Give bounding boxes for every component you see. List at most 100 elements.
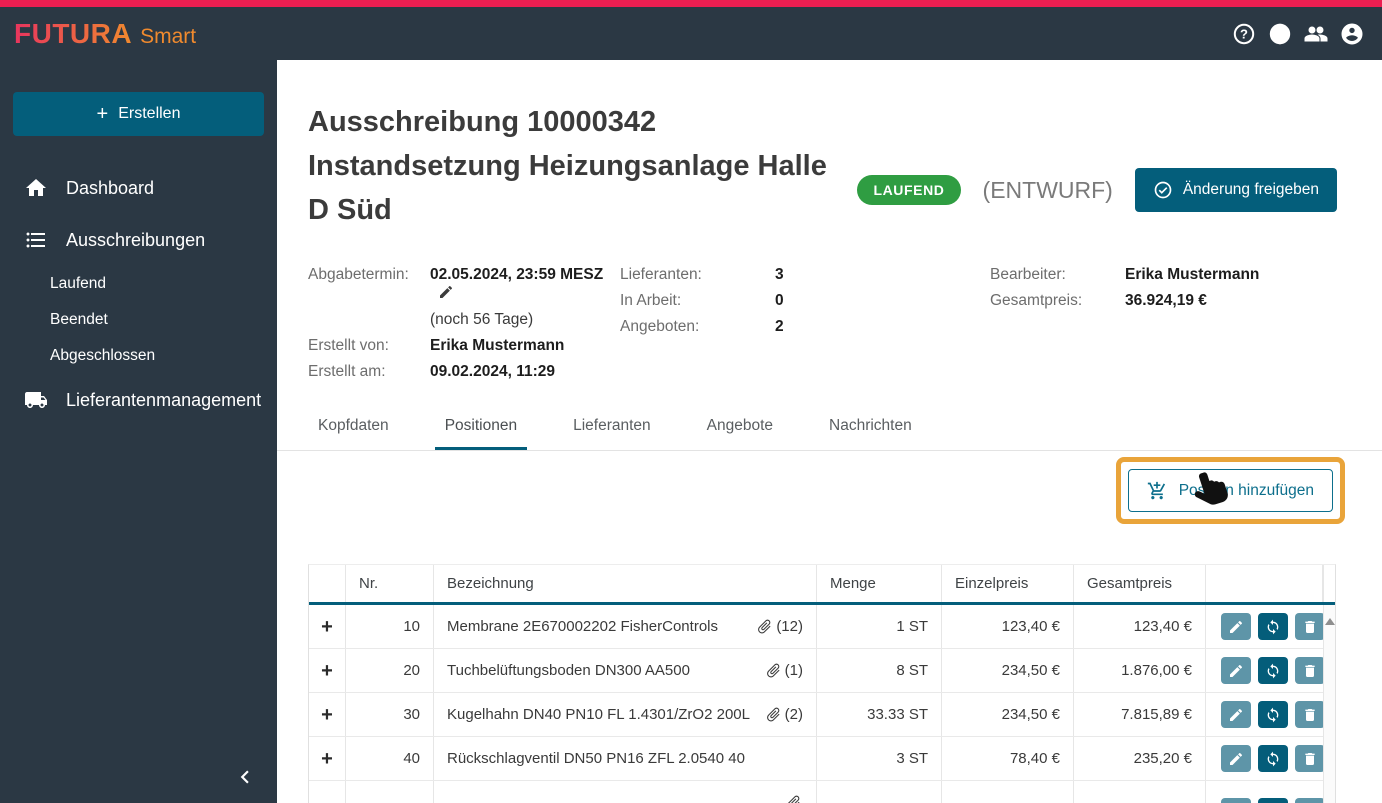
positions-table: Nr. Bezeichnung Menge Einzelpreis Gesamt…	[308, 564, 1336, 803]
add-position-button[interactable]: Position hinzufügen	[1127, 469, 1333, 512]
header-gesamtpreis: Gesamtpreis	[1074, 565, 1206, 602]
create-button[interactable]: + Erstellen	[13, 92, 264, 136]
globe-icon[interactable]	[1268, 22, 1292, 46]
release-change-button[interactable]: Änderung freigeben	[1134, 168, 1337, 212]
lieferanten-value: 3	[775, 266, 784, 283]
release-change-label: Änderung freigeben	[1182, 181, 1319, 198]
sync-icon	[1267, 619, 1279, 634]
row-menge: 3 ST	[817, 737, 942, 780]
row-menge: 33.33 ST	[817, 693, 942, 736]
brand-name: FUTURA	[14, 17, 133, 49]
row-actions	[1206, 737, 1325, 780]
cart-plus-icon	[1147, 481, 1165, 499]
delete-position-button[interactable]	[1295, 657, 1325, 684]
meta-section: Abgabetermin: 02.05.2024, 23:59 MESZ (no…	[277, 232, 1382, 381]
row-menge: 1 ST	[817, 605, 942, 648]
delete-position-button[interactable]	[1295, 745, 1325, 772]
brand-suffix: Smart	[140, 24, 197, 48]
row-bezeichnung: Kugelhahn DN40 PN10 FL 1.4301/ZrO2 200L …	[434, 693, 817, 736]
refresh-position-button[interactable]	[1258, 657, 1288, 684]
abgabetermin-value: 02.05.2024, 23:59 MESZ	[430, 266, 620, 303]
refresh-position-button[interactable]	[1258, 798, 1288, 803]
trash-icon	[1305, 752, 1315, 765]
account-icon[interactable]	[1340, 22, 1364, 46]
angeboten-label: Angeboten:	[620, 318, 700, 335]
edit-position-button[interactable]	[1221, 701, 1251, 728]
erstellt-von-label: Erstellt von:	[308, 337, 389, 354]
attachment-indicator[interactable]: (12)	[756, 618, 803, 635]
header-bezeichnung: Bezeichnung	[434, 565, 817, 602]
sidebar-item-lieferantenmanagement[interactable]: Lieferantenmanagement	[0, 374, 277, 426]
table-header-row: Nr. Bezeichnung Menge Einzelpreis Gesamt…	[309, 565, 1335, 605]
attachment-count: (12)	[776, 618, 803, 635]
row-nr: 40	[346, 737, 434, 780]
sidebar-item-dashboard[interactable]: Dashboard	[0, 162, 277, 214]
positions-toolbar: Position hinzufügen	[277, 451, 1382, 547]
expand-row-button[interactable]: +	[321, 705, 333, 725]
abgabetermin-label: Abgabetermin:	[308, 266, 409, 283]
sidebar-item-beendet[interactable]: Beendet	[0, 302, 277, 338]
home-icon	[26, 179, 46, 196]
table-scrollbar[interactable]	[1323, 605, 1335, 803]
tab-lieferanten[interactable]: Lieferanten	[563, 407, 661, 450]
header-nr: Nr.	[346, 565, 434, 602]
row-einzelpreis: 234,50 €	[942, 649, 1074, 692]
topbar-icon-group: ?	[1232, 22, 1364, 46]
sidebar-item-abgeschlossen[interactable]: Abgeschlossen	[0, 338, 277, 374]
attachment-indicator[interactable]: (3)	[785, 794, 803, 803]
header-einzelpreis: Einzelpreis	[942, 565, 1074, 602]
table-rows: + 10 Membrane 2E670002202 FisherControls…	[309, 605, 1325, 803]
users-icon[interactable]	[1304, 22, 1328, 46]
edit-position-button[interactable]	[1221, 613, 1251, 640]
refresh-position-button[interactable]	[1258, 701, 1288, 728]
row-bezeichnung: Rückschlagventil DN50 PN16 ZFL 2.0540 40	[434, 737, 817, 780]
scrollbar-up-arrow[interactable]	[1324, 618, 1335, 625]
app-logo: FUTURA Smart	[14, 18, 196, 50]
expand-row-button[interactable]: +	[321, 749, 333, 769]
expand-row-button[interactable]: +	[321, 661, 333, 681]
tab-kopfdaten[interactable]: Kopfdaten	[308, 407, 399, 450]
tab-angebote[interactable]: Angebote	[697, 407, 783, 450]
edit-position-button[interactable]	[1221, 657, 1251, 684]
tab-nachrichten[interactable]: Nachrichten	[819, 407, 922, 450]
sidebar-item-laufend[interactable]: Laufend	[0, 266, 277, 302]
deadline-countdown: (noch 56 Tage)	[430, 311, 534, 328]
sidebar: + Erstellen Dashboard Ausschreibungen La…	[0, 60, 277, 803]
attachment-indicator[interactable]: (1)	[765, 662, 803, 679]
add-position-label: Position hinzufügen	[1178, 481, 1314, 499]
sidebar-item-ausschreibungen[interactable]: Ausschreibungen	[0, 214, 277, 266]
list-icon	[26, 232, 45, 248]
sidebar-collapse-button[interactable]	[229, 761, 261, 793]
edit-deadline-icon[interactable]	[438, 284, 454, 300]
paperclip-icon	[758, 619, 771, 634]
create-button-label: Erstellen	[118, 105, 181, 122]
annotation-highlight-box: Position hinzufügen	[1115, 457, 1345, 524]
bearbeiter-label: Bearbeiter:	[990, 266, 1066, 283]
trash-icon	[1305, 620, 1315, 633]
attachment-indicator[interactable]: (2)	[765, 706, 803, 723]
delete-position-button[interactable]	[1295, 613, 1325, 640]
meta-col-counts: Lieferanten: 3 In Arbeit: 0 Angeboten: 2	[620, 266, 990, 381]
meta-col-dates: Abgabetermin: 02.05.2024, 23:59 MESZ (no…	[308, 266, 620, 381]
edit-position-button[interactable]	[1221, 745, 1251, 772]
header-scrollbar-gap	[1323, 565, 1337, 602]
refresh-position-button[interactable]	[1258, 613, 1288, 640]
tab-positionen[interactable]: Positionen	[434, 407, 528, 450]
row-gesamtpreis: 7.815,89 €	[1074, 693, 1206, 736]
delete-position-button[interactable]	[1295, 798, 1325, 803]
header-expand	[309, 565, 346, 602]
erstellt-am-value: 09.02.2024, 11:29	[430, 363, 555, 380]
refresh-position-button[interactable]	[1258, 745, 1288, 772]
status-group: LAUFEND (ENTWURF) Änderung freigeben	[857, 148, 1337, 232]
edit-position-button[interactable]	[1221, 798, 1251, 803]
row-menge: 8 ST	[817, 649, 942, 692]
paperclip-icon	[766, 663, 780, 678]
row-actions	[1206, 781, 1325, 803]
delete-position-button[interactable]	[1295, 701, 1325, 728]
expand-row-button[interactable]: +	[321, 617, 333, 637]
paperclip-icon	[787, 795, 800, 803]
help-icon[interactable]: ?	[1232, 22, 1256, 46]
row-nr: 10	[346, 605, 434, 648]
check-circle-icon	[1154, 181, 1172, 199]
top-bar: FUTURA Smart ?	[0, 7, 1382, 60]
